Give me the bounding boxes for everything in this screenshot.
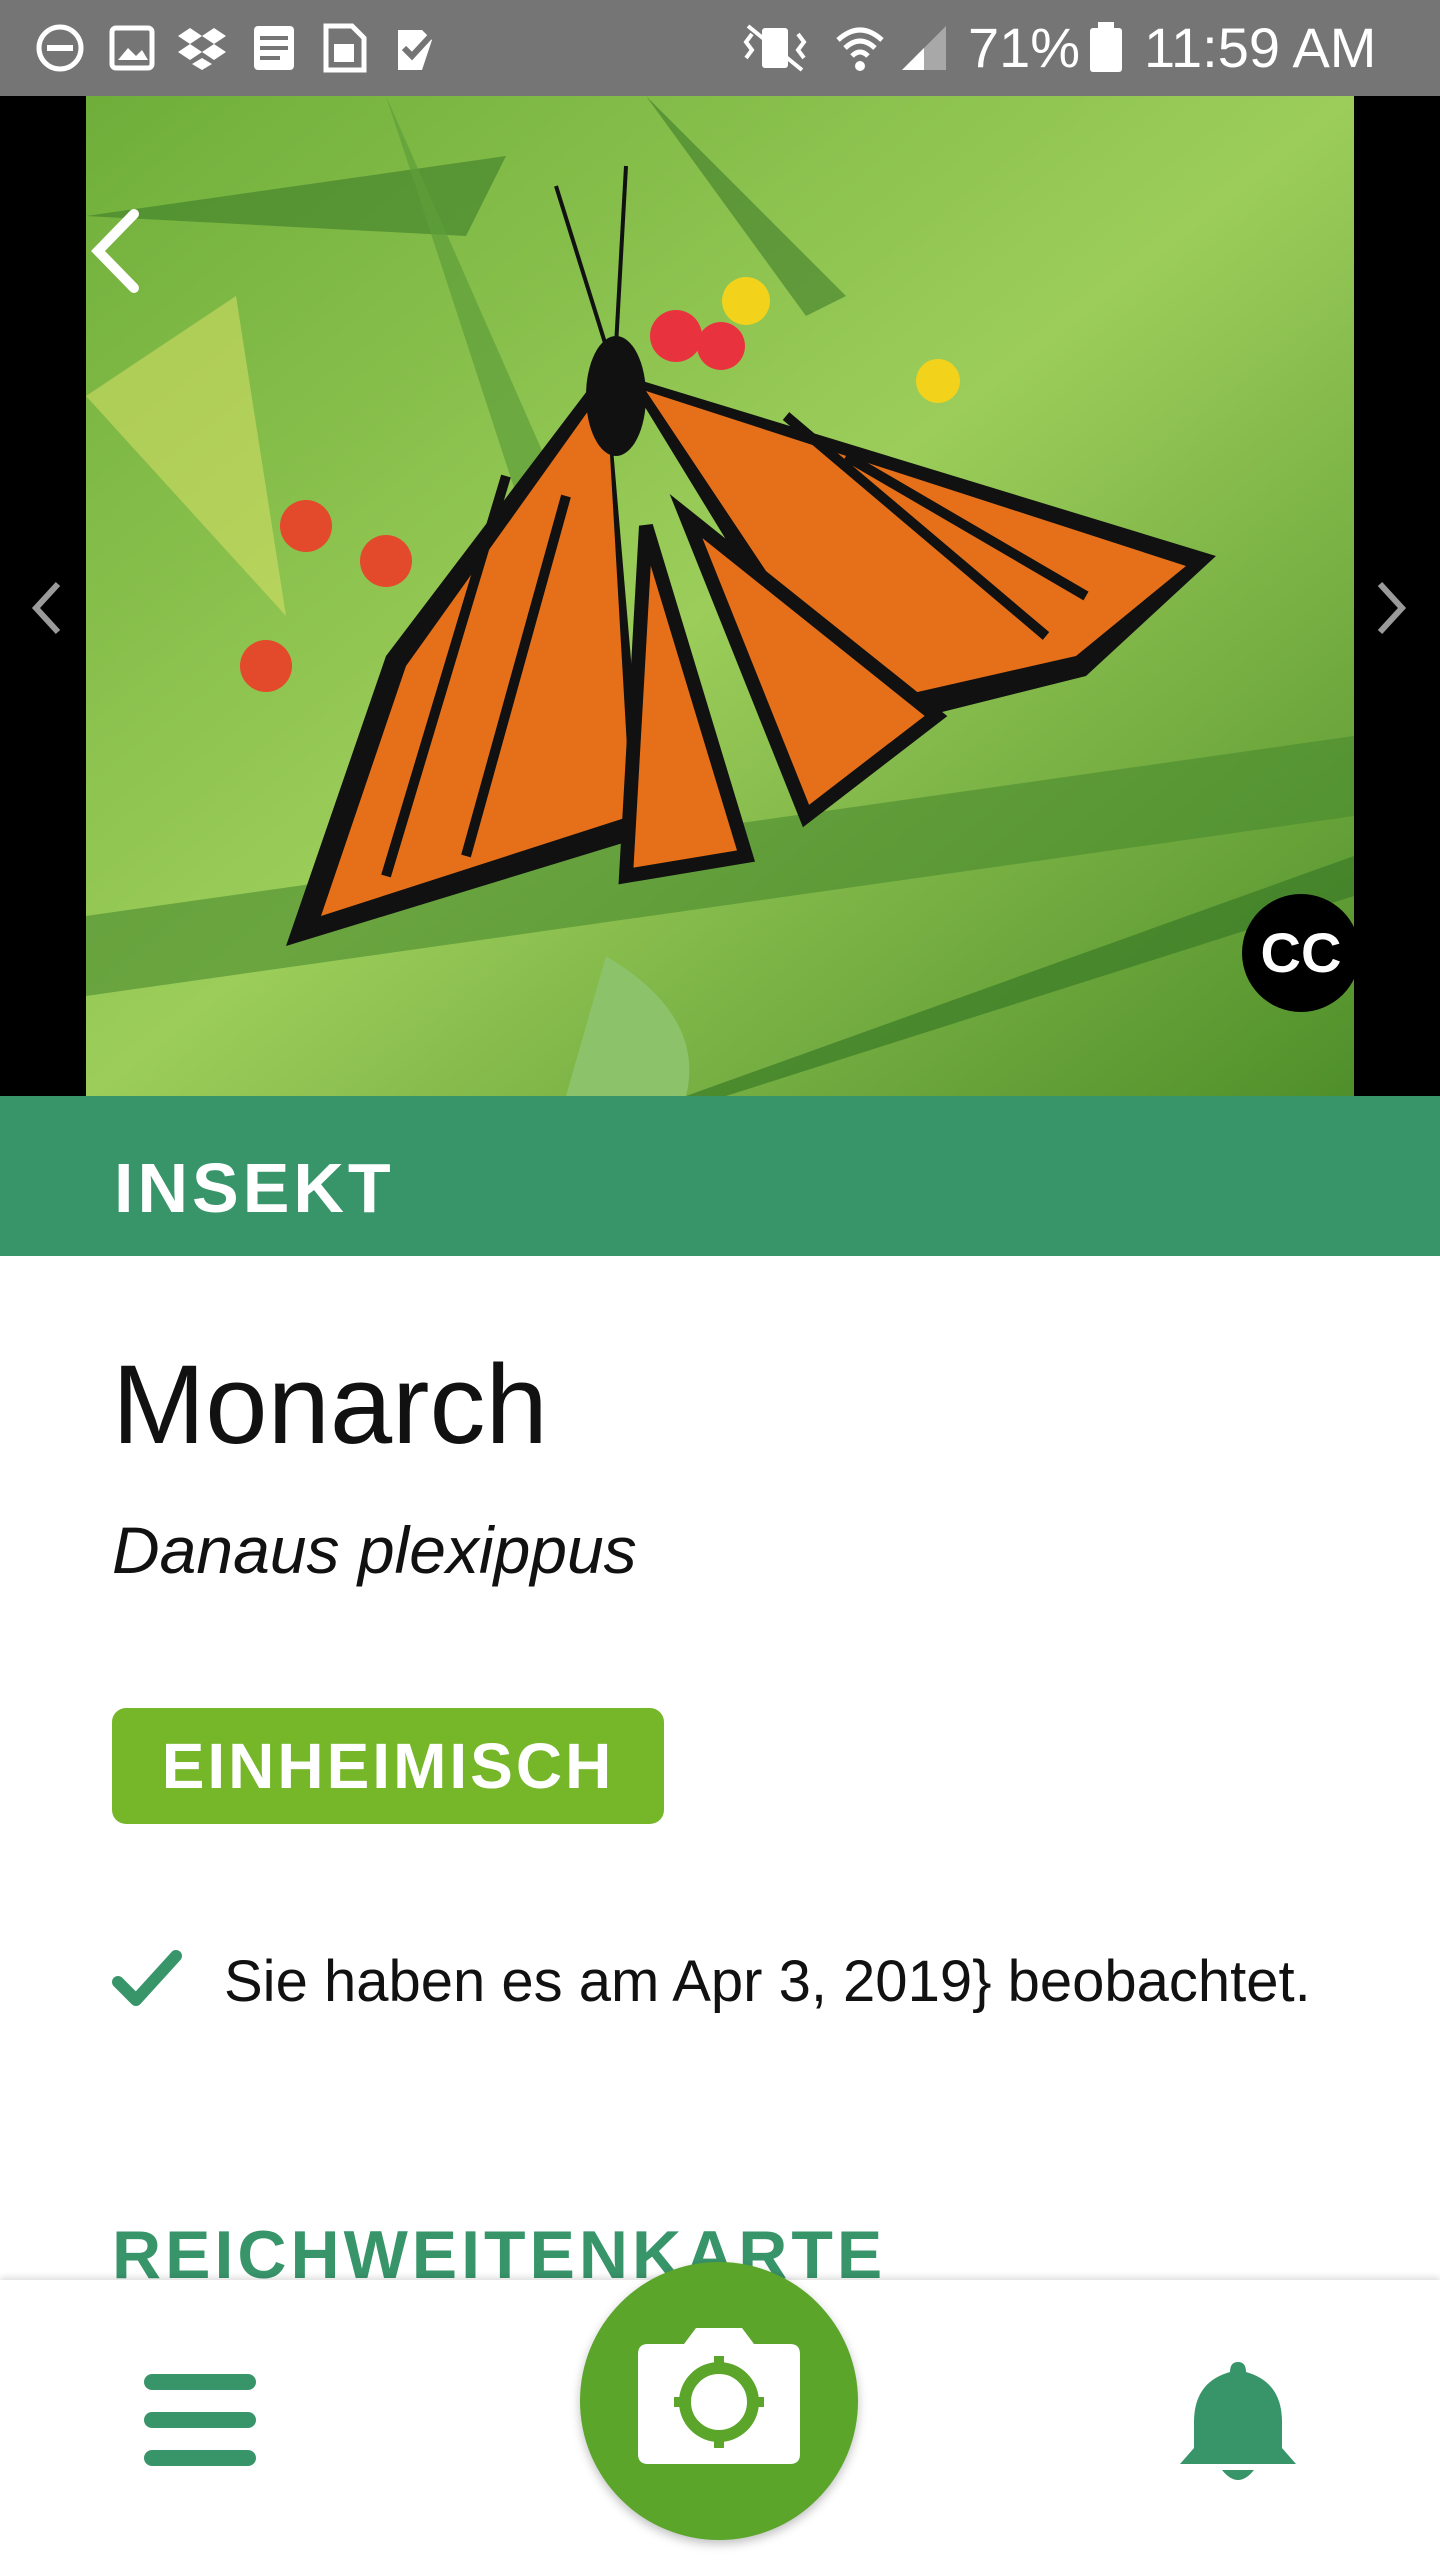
check-icon: [112, 1950, 182, 2006]
signal-icon: [902, 26, 946, 70]
status-bar: 71% 11:59 AM: [0, 0, 1440, 96]
gallery-icon: [109, 25, 155, 71]
camera-icon: [638, 2328, 800, 2464]
observed-row: Sie haben es am Apr 3, 2019} beobachtet.: [112, 1940, 1372, 2024]
battery-percent: 71%: [968, 16, 1081, 79]
category-label: INSEKT: [114, 1149, 395, 1227]
sim-icon: [323, 23, 367, 73]
common-name: Monarch: [112, 1342, 548, 1467]
observed-text: Sie haben es am Apr 3, 2019} beobachtet.: [224, 1949, 1311, 2014]
vibrate-icon: [743, 24, 807, 72]
category-band: INSEKT: [0, 1096, 1440, 1256]
dropbox-icon: [178, 28, 226, 70]
back-arrow-icon[interactable]: [86, 206, 142, 296]
next-photo-icon[interactable]: [1374, 580, 1408, 636]
do-not-disturb-icon: [36, 24, 84, 72]
bell-icon[interactable]: [1176, 2356, 1300, 2486]
wifi-icon: [836, 27, 884, 71]
species-photo[interactable]: [86, 96, 1354, 1096]
species-photo-viewer: CC: [0, 96, 1440, 1096]
previous-photo-icon[interactable]: [30, 580, 64, 636]
license-badge[interactable]: CC: [1242, 894, 1360, 1012]
clock: 11:59 AM: [1144, 16, 1377, 79]
menu-icon[interactable]: [140, 2368, 260, 2472]
bottom-nav-bar: [0, 2262, 1440, 2560]
tasks-icon: [398, 27, 439, 70]
notes-icon: [254, 26, 294, 70]
camera-button[interactable]: [580, 2262, 858, 2540]
native-status-badge: EINHEIMISCH: [112, 1708, 664, 1824]
battery-icon: [1090, 22, 1122, 72]
scientific-name: Danaus plexippus: [112, 1513, 637, 1587]
